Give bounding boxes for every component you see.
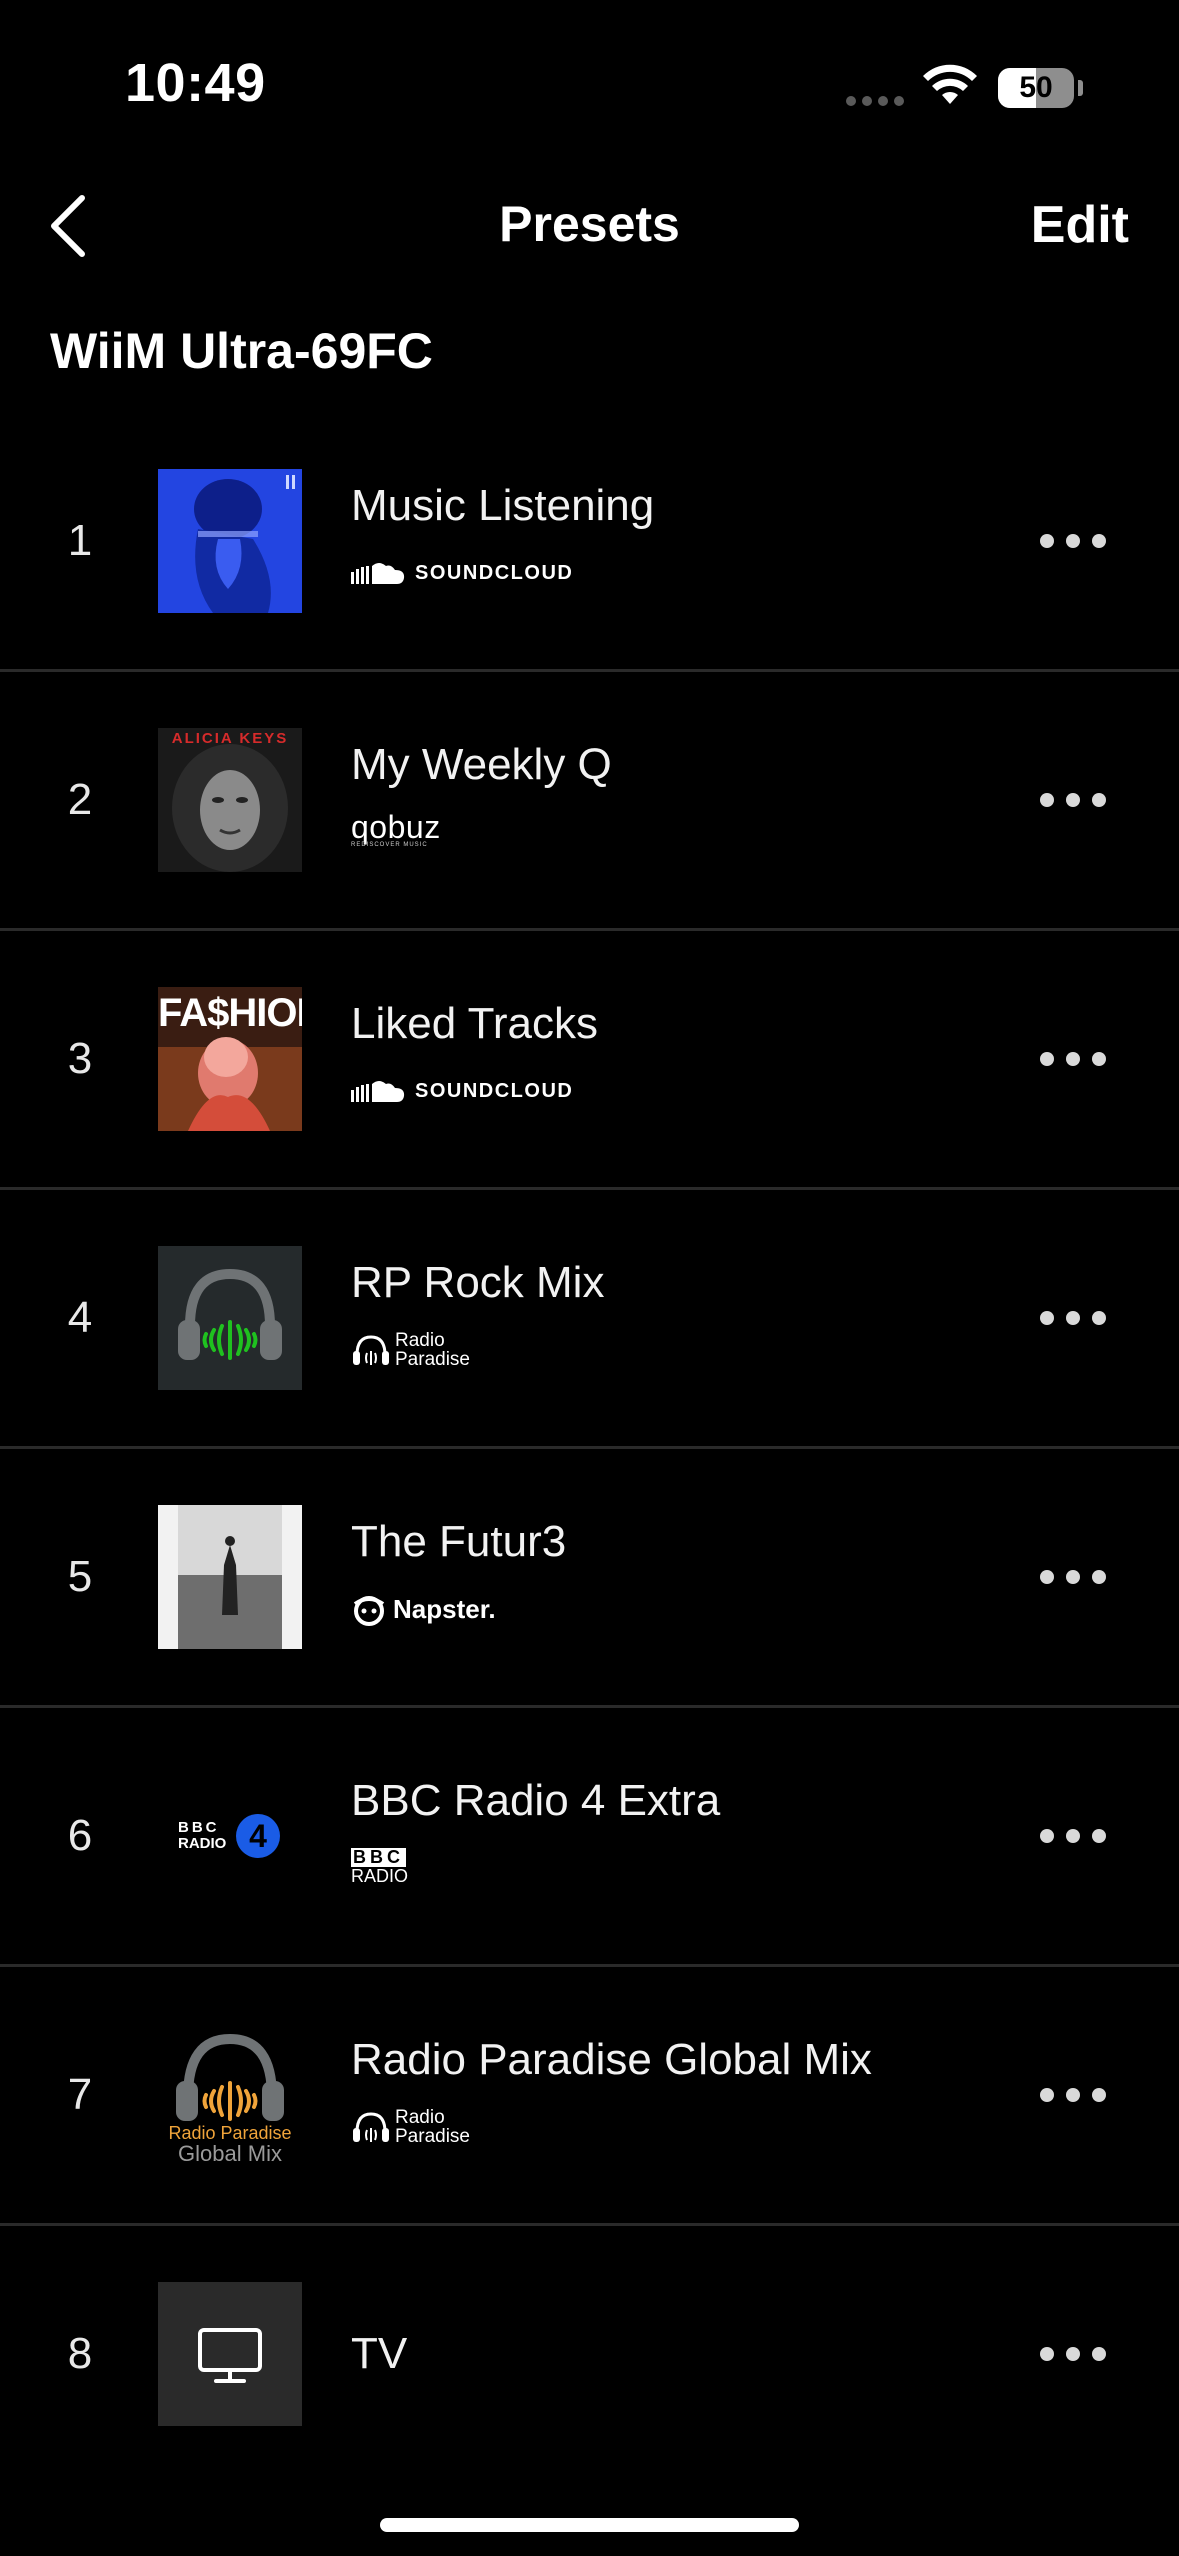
source-soundcloud: SOUNDCLOUD [351,1071,573,1111]
preset-number: 8 [67,2329,93,2378]
preset-list: 1 Music Listening SOUNDCLOUD 2 ALICIA KE… [0,413,1179,2482]
album-art-icon: FA$HION [158,987,302,1131]
art-label-2: Global Mix [178,2141,282,2166]
cellular-signal-icon [846,96,906,106]
album-art-icon [158,1505,302,1649]
status-time: 10:49 [125,53,266,113]
radio-paradise-icon [353,1335,389,1365]
preset-title: RP Rock Mix [351,1258,605,1307]
preset-title: The Futur3 [351,1517,567,1566]
preset-row-4[interactable]: 4 RP Rock Mix Radio Paradise [0,1190,1179,1449]
album-art-icon [158,469,302,613]
source-label: qobuz [351,809,441,845]
more-options-button[interactable] [1040,526,1106,556]
art-bbc-text: BBC [178,1819,220,1836]
preset-number: 2 [67,775,93,824]
source-label-line1: Radio [395,1330,445,1351]
preset-title: Radio Paradise Global Mix [351,2035,872,2084]
preset-title: Liked Tracks [351,999,598,1048]
preset-row-3[interactable]: 3 FA$HION Liked Tracks SOUNDCLOUD [0,931,1179,1190]
preset-number: 1 [67,516,93,565]
soundcloud-icon [351,1081,405,1102]
preset-number: 5 [67,1552,93,1601]
source-label-line1: Radio [395,2107,445,2128]
soundcloud-icon [351,563,405,584]
more-options-button[interactable] [1040,2080,1106,2110]
tv-monitor-icon [158,2282,302,2426]
radio-paradise-icon [353,2112,389,2142]
source-radio-paradise: Radio Paradise [351,2107,470,2147]
album-art-text: ALICIA KEYS [171,730,289,747]
source-bbc-radio: BBC RADIO [351,1848,408,1888]
battery-tip [1078,80,1083,96]
bbc-radio-4-extra-logo: BBC RADIO 4 [158,1764,302,1908]
source-qobuz: qobuz REDISCOVER MUSIC [351,809,441,852]
page-title: Presets [499,196,680,252]
preset-number: 7 [67,2070,93,2119]
status-bar: 10:49 50 [0,0,1179,170]
home-indicator[interactable] [380,2518,799,2532]
source-soundcloud: SOUNDCLOUD [351,553,573,593]
more-options-button[interactable] [1040,785,1106,815]
source-label-line2: RADIO [351,1866,409,1886]
more-options-button[interactable] [1040,1044,1106,1074]
preset-number: 4 [67,1293,93,1342]
more-options-button[interactable] [1040,2339,1106,2369]
battery-level: 50 [1019,71,1053,104]
preset-title: TV [351,2329,408,2378]
source-label-line1: BBC [351,1847,406,1867]
wifi-icon [923,64,977,104]
headphones-green-icon [158,1246,302,1390]
art-radio-text: RADIO [178,1835,227,1852]
art-label-1: Radio Paradise [168,2123,292,2143]
preset-row-5[interactable]: 5 The Futur3 Napster. [0,1449,1179,1708]
source-label-line2: Paradise [395,1349,470,1370]
preset-row-6[interactable]: 6 BBC RADIO 4 BBC Radio 4 Extra BBC RADI… [0,1708,1179,1967]
preset-row-2[interactable]: 2 ALICIA KEYS My Weekly Q qobuz REDISCOV… [0,672,1179,931]
album-art-icon: ALICIA KEYS [158,728,302,872]
battery-icon: 50 [998,68,1074,108]
source-label: SOUNDCLOUD [415,1079,574,1102]
device-name: WiiM Ultra-69FC [50,323,433,379]
source-tagline: REDISCOVER MUSIC [351,842,428,848]
preset-row-8[interactable]: 8 TV [0,2226,1179,2482]
source-napster: Napster. [351,1589,496,1629]
napster-icon [353,1596,385,1626]
preset-row-1[interactable]: 1 Music Listening SOUNDCLOUD [0,413,1179,672]
preset-row-7[interactable]: 7 Radio Paradise Global Mix Radio Paradi… [0,1967,1179,2226]
edit-button[interactable]: Edit [1031,195,1129,255]
source-label: Napster. [393,1593,496,1624]
more-options-button[interactable] [1040,1821,1106,1851]
preset-number: 6 [67,1811,93,1860]
preset-title: BBC Radio 4 Extra [351,1776,721,1825]
source-radio-paradise: Radio Paradise [351,1330,470,1370]
more-options-button[interactable] [1040,1562,1106,1592]
album-art-text: FA$HION [158,991,302,1035]
source-label-line2: Paradise [395,2126,470,2147]
source-label: SOUNDCLOUD [415,561,574,584]
preset-title: My Weekly Q [351,740,612,789]
art-badge: 4 [236,1814,280,1858]
preset-number: 3 [67,1034,93,1083]
more-options-button[interactable] [1040,1303,1106,1333]
preset-title: Music Listening [351,481,655,530]
headphones-orange-icon: Radio Paradise Global Mix [158,2023,302,2167]
